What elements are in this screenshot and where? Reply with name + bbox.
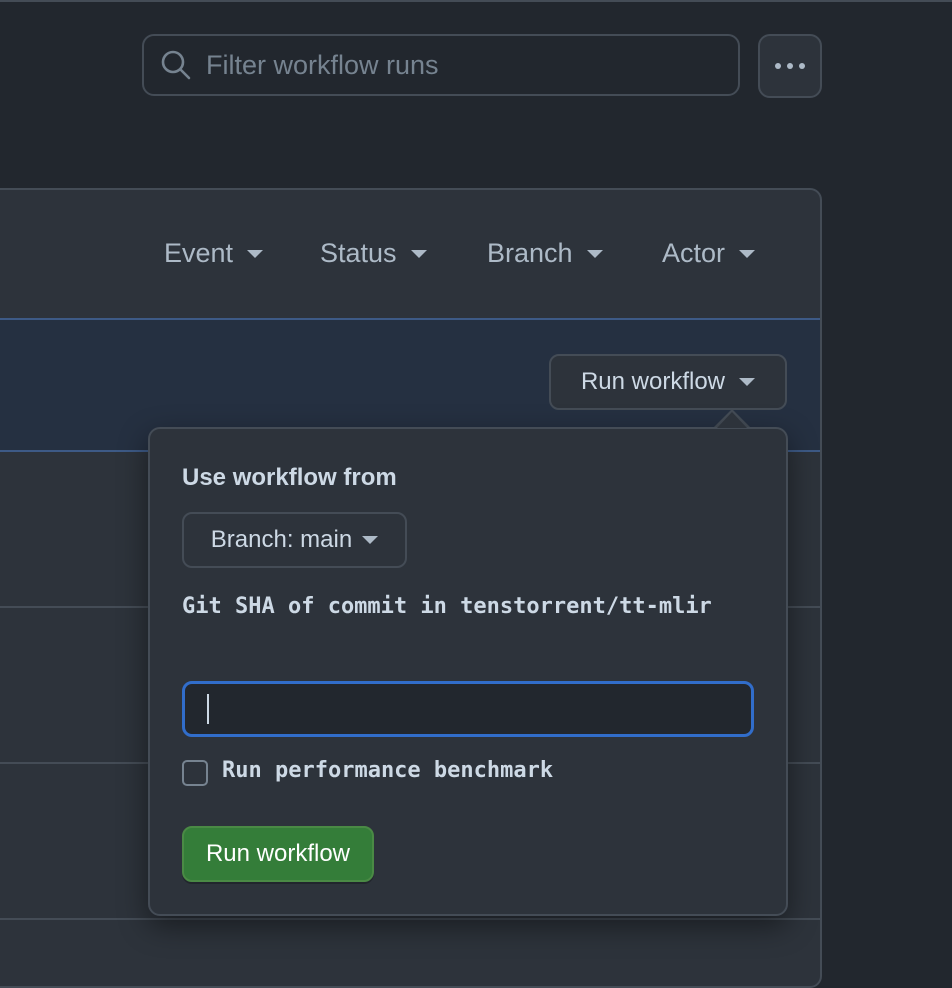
run-workflow-submit-button[interactable]: Run workflow (182, 826, 374, 882)
filter-label: Actor (662, 238, 726, 268)
chevron-down-icon (739, 249, 756, 258)
branch-select-button[interactable]: Branch: main (182, 512, 407, 568)
branch-select-label: Branch: main (210, 526, 353, 553)
submit-label: Run workflow (205, 840, 351, 867)
filter-actor[interactable]: Actor (662, 238, 756, 269)
chevron-down-icon (739, 378, 756, 386)
run-workflow-dropdown-button[interactable]: Run workflow (549, 354, 787, 410)
filter-status[interactable]: Status (320, 238, 427, 269)
chevron-down-icon (410, 249, 427, 258)
run-workflow-label: Run workflow (580, 368, 726, 395)
search-icon (160, 49, 192, 81)
chevron-down-icon (247, 249, 264, 258)
filter-bar: Event Status Branch Actor (0, 190, 820, 320)
filter-label: Branch (487, 238, 573, 268)
kebab-horizontal-icon (773, 57, 807, 75)
top-border (0, 0, 952, 2)
run-benchmark-checkbox[interactable] (182, 760, 208, 786)
popover-arrow-fill (717, 412, 747, 428)
more-options-button[interactable] (758, 34, 822, 98)
run-benchmark-label[interactable]: Run performance benchmark (222, 758, 553, 783)
row-divider (0, 918, 820, 920)
git-sha-label: Git SHA of commit in tenstorrent/tt-mlir (182, 594, 712, 619)
filter-search-box[interactable] (142, 34, 740, 96)
filter-event[interactable]: Event (164, 238, 264, 269)
chevron-down-icon (362, 536, 379, 544)
chevron-down-icon (586, 249, 603, 258)
text-cursor (207, 694, 209, 724)
git-sha-input[interactable] (182, 681, 754, 737)
use-workflow-from-label: Use workflow from (182, 464, 397, 491)
filter-branch[interactable]: Branch (487, 238, 603, 269)
filter-label: Event (164, 238, 234, 268)
search-input[interactable] (206, 49, 738, 81)
filter-label: Status (320, 238, 397, 268)
